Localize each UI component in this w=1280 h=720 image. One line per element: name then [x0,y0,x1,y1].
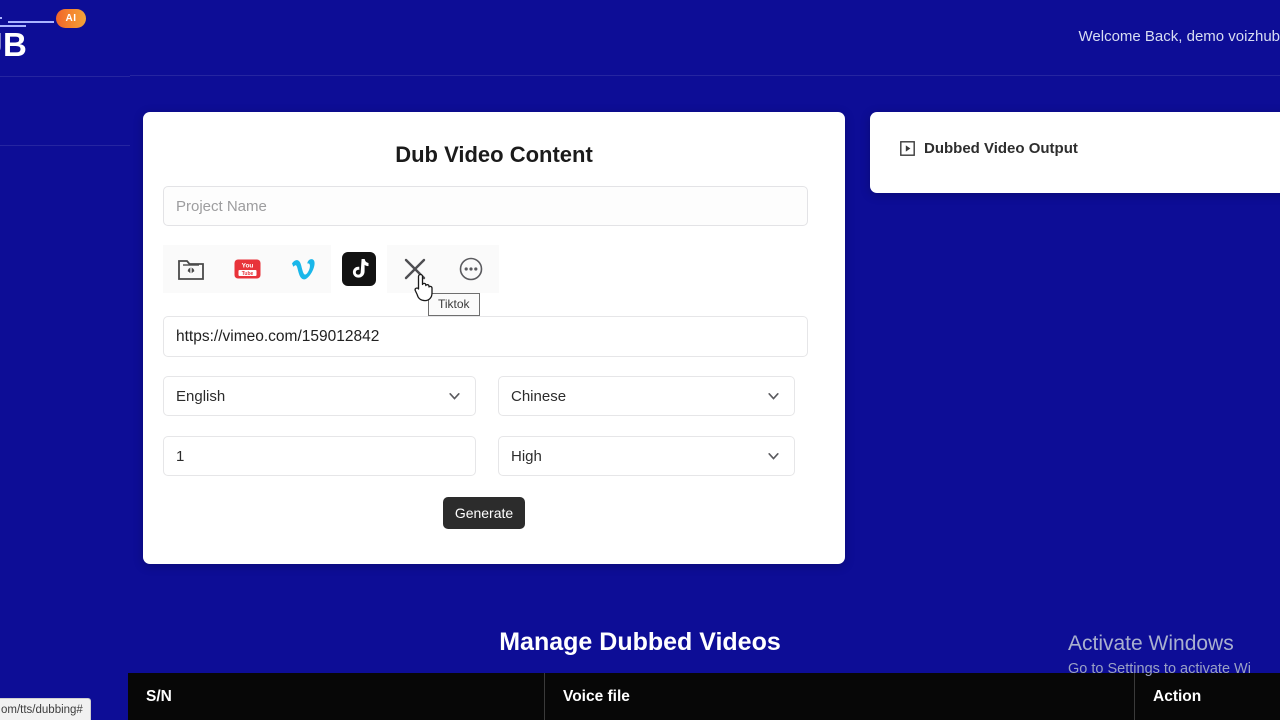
browser-status-bar: om/tts/dubbing# [0,698,91,720]
video-play-icon [900,141,915,156]
ai-badge: AI [56,9,86,28]
topbar-divider [128,75,1280,76]
sidebar-item-speech-1[interactable]: Speech [0,486,130,561]
x-twitter-icon [404,258,426,280]
tiktok-icon [352,259,369,278]
speaker-count-input[interactable]: 1 [163,436,476,476]
dub-video-card: Dub Video Content You Tube [143,112,845,564]
tiktok-tile [342,252,376,286]
app-root: AI IZHUB loning ubbing ecord ption Speec… [0,0,1280,720]
platform-upload-button[interactable] [163,245,219,293]
sidebar-item-record[interactable]: ecord [0,336,130,411]
platform-selector: You Tube [163,245,603,293]
target-language-select[interactable]: Chinese [498,376,795,416]
sidebar-item-dubbing[interactable]: ubbing [0,261,130,336]
table-header-voice-file: Voice file [545,673,1135,720]
platform-x-button[interactable] [387,245,443,293]
chevron-down-icon [449,393,460,400]
youtube-icon: You Tube [234,259,260,279]
source-language-select[interactable]: English [163,376,476,416]
output-card-title: Dubbed Video Output [924,140,1078,157]
chevron-down-icon [768,453,779,460]
count-quality-row: 1 High [163,436,813,476]
welcome-message: Welcome Back, demo voizhub [1078,28,1280,45]
page-title: Dub Video Content [395,142,593,167]
source-language-value: English [176,387,226,405]
dubbed-video-output-card: Dubbed Video Output [870,112,1280,193]
platform-tooltip: Tiktok [428,293,480,316]
target-language-value: Chinese [511,387,567,405]
sidebar-item-speech-2[interactable]: Speech [0,561,130,636]
sidebar-nav: loning ubbing ecord ption Speech Speech … [0,186,130,711]
output-card-header: Dubbed Video Output [900,140,1078,157]
topbar: Welcome Back, demo voizhub [0,0,1280,76]
platform-more-button[interactable] [443,245,499,293]
svg-text:You: You [241,263,253,270]
chevron-down-icon [768,393,779,400]
speaker-count-value: 1 [176,447,185,465]
platform-tiktok-button[interactable] [331,245,387,293]
sidebar-divider-top [0,76,130,77]
generate-button[interactable]: Generate [443,497,525,529]
sidebar-item-cloning[interactable]: loning [0,186,130,261]
project-name-input[interactable] [163,186,808,226]
table-header-action: Action [1153,687,1202,705]
status-bar-url: om/tts/dubbing# [1,703,83,716]
brand-logo[interactable]: AI IZHUB [0,4,120,70]
vimeo-icon [292,259,315,280]
table-header-sn: S/N [128,673,545,720]
quality-select[interactable]: High [498,436,795,476]
upload-folder-icon [178,260,204,280]
video-url-input[interactable] [163,316,808,357]
manage-section-title: Manage Dubbed Videos [499,628,781,656]
sidebar: AI IZHUB loning ubbing ecord ption Speec… [0,0,130,720]
sidebar-divider-second [0,145,130,146]
platform-youtube-button[interactable]: You Tube [219,245,275,293]
more-options-icon [459,257,483,281]
quality-value: High [511,447,542,465]
brand-name: IZHUB [0,26,28,63]
language-row: English Chinese [163,376,813,416]
dubbed-videos-table: S/N Voice file Action [128,673,1280,720]
sidebar-item-caption[interactable]: ption [0,411,130,486]
svg-text:Tube: Tube [241,271,253,277]
platform-vimeo-button[interactable] [275,245,331,293]
